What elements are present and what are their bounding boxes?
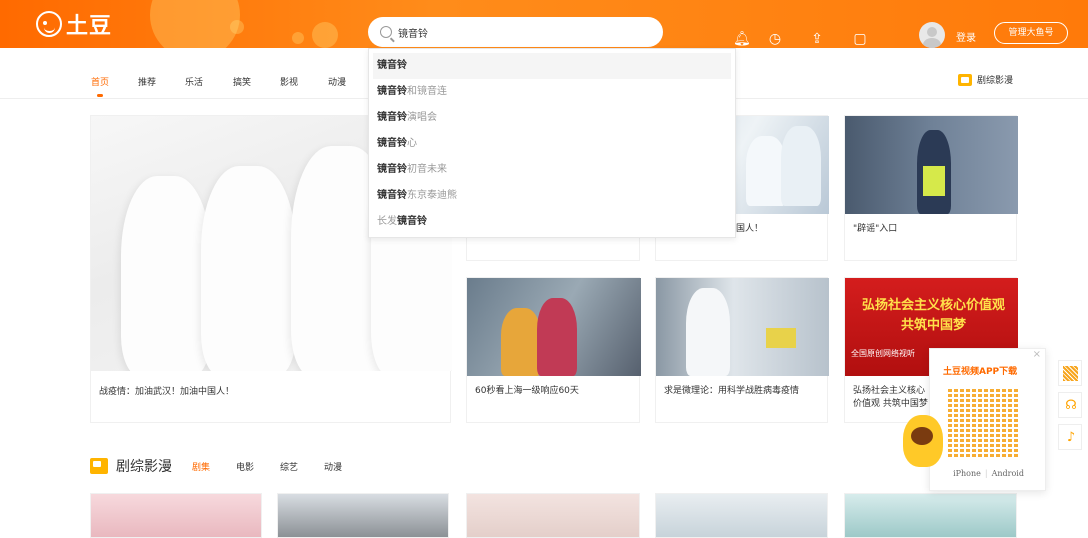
thumbnail-figure <box>537 298 577 376</box>
suggestion-item[interactable]: 镜音铃和镜音连 <box>373 79 731 105</box>
side-qr-button[interactable] <box>1058 360 1082 386</box>
tudou-mascot <box>903 415 943 467</box>
bell-icon: ♪ <box>1066 430 1076 445</box>
video-thumbnail <box>467 278 641 376</box>
tablet-icon[interactable]: ▢ <box>852 31 868 47</box>
suggestion-item[interactable]: 镜音铃初音未来 <box>373 157 731 183</box>
section-header-shows: 剧综影漫 剧集 电影 综艺 动漫 <box>90 455 368 477</box>
section-tab-movies[interactable]: 电影 <box>236 460 254 473</box>
side-notify-button[interactable]: ♪ <box>1058 424 1082 450</box>
video-card[interactable] <box>466 493 640 538</box>
link-separator: | <box>984 469 988 478</box>
nav-shows-link[interactable]: 剧综影漫 <box>958 73 1013 86</box>
video-card[interactable] <box>277 493 449 538</box>
headset-icon: ☊ <box>1065 398 1077 413</box>
video-card[interactable] <box>844 493 1017 538</box>
tv-icon <box>90 458 108 474</box>
suggestion-item[interactable]: 镜音铃 <box>373 53 731 79</box>
section-tab-anime[interactable]: 动漫 <box>324 460 342 473</box>
decor-blob <box>150 0 240 48</box>
search-icon <box>380 26 392 38</box>
logo-text: 土豆 <box>66 14 113 39</box>
video-card[interactable] <box>655 493 828 538</box>
decor-blob <box>312 22 338 48</box>
video-card[interactable] <box>90 493 262 538</box>
hero-caption: 战疫情：加油武汉！加油中国人！ <box>99 387 235 397</box>
bell-icon[interactable]: 🔔︎ <box>733 31 751 47</box>
nav-item-anime[interactable]: 动漫 <box>328 75 346 88</box>
thumbnail-figure <box>121 176 211 371</box>
thumbnail-figure <box>781 126 821 206</box>
video-thumbnail <box>656 278 829 376</box>
video-caption: 求是微理论：用科学战胜病毒疫情 <box>664 386 800 396</box>
suggestion-item[interactable]: 镜音铃东京泰迪熊 <box>373 183 731 209</box>
manage-dayu-button[interactable]: 管理大鱼号 <box>994 22 1068 44</box>
video-card[interactable]: 60秒看上海一级响应60天 <box>466 277 641 423</box>
video-thumbnail <box>845 116 1018 214</box>
nav-item-lifestyle[interactable]: 乐活 <box>185 75 203 88</box>
side-support-button[interactable]: ☊ <box>1058 392 1082 418</box>
side-rail: ☊ ♪ <box>1058 360 1082 456</box>
qr-icon <box>1063 366 1078 381</box>
nav-item-home[interactable]: 首页 <box>91 75 109 97</box>
iphone-link[interactable]: iPhone <box>953 469 981 478</box>
thumbnail-object <box>766 328 796 348</box>
qr-platform-links: iPhone | Android <box>930 469 1047 478</box>
nav-shows-label: 剧综影漫 <box>977 76 1014 86</box>
thumbnail-vest <box>923 166 945 196</box>
decor-blob <box>230 20 244 34</box>
video-caption: "辟谣"入口 <box>853 224 898 234</box>
thumbnail-figure <box>501 308 541 376</box>
search-suggestions: 镜音铃 镜音铃和镜音连 镜音铃演唱会 镜音铃心 镜音铃初音未来 镜音铃东京泰迪熊… <box>368 48 736 238</box>
suggestion-item[interactable]: 镜音铃演唱会 <box>373 105 731 131</box>
nav-item-funny[interactable]: 搞笑 <box>233 75 251 88</box>
close-icon[interactable]: × <box>1033 349 1041 360</box>
thumbnail-figure <box>746 136 786 206</box>
tudou-logo[interactable]: 土豆 <box>36 10 113 39</box>
search-input[interactable] <box>398 26 638 38</box>
login-link[interactable]: 登录 <box>956 29 976 44</box>
qr-code-image <box>948 387 1018 457</box>
video-card[interactable]: "辟谣"入口 <box>844 115 1018 261</box>
app-download-panel: × 土豆视频APP下载 iPhone | Android <box>929 348 1046 491</box>
history-icon[interactable]: ◷ <box>767 31 783 47</box>
video-card[interactable]: 求是微理论：用科学战胜病毒疫情 <box>655 277 829 423</box>
thumbnail-figure <box>201 166 296 371</box>
logo-smile-icon <box>36 11 62 37</box>
qr-panel-title: 土豆视频APP下载 <box>943 367 1018 377</box>
nav-item-film[interactable]: 影视 <box>280 75 298 88</box>
tv-icon <box>958 73 972 86</box>
search-box[interactable] <box>368 17 663 47</box>
top-bar: 土豆 🔔︎ ◷ ⇪ ▢ 登录 管理大鱼号 <box>0 0 1088 48</box>
thumbnail-headline: 共筑中国梦 <box>900 318 966 333</box>
section-tab-variety[interactable]: 综艺 <box>280 460 298 473</box>
thumbnail-figure <box>686 288 730 376</box>
suggestion-item[interactable]: 镜音铃心 <box>373 131 731 157</box>
video-caption: 60秒看上海一级响应60天 <box>475 386 579 396</box>
section-tab-series[interactable]: 剧集 <box>192 460 210 473</box>
avatar[interactable] <box>919 22 945 48</box>
video-caption: 弘扬社会主义核心价值观 共筑中国梦 <box>853 386 928 409</box>
section-title: 剧综影漫 <box>116 459 172 475</box>
upload-icon[interactable]: ⇪ <box>809 31 825 47</box>
suggestion-item[interactable]: 长发镜音铃 <box>373 209 731 235</box>
decor-blob <box>292 32 304 44</box>
thumbnail-headline: 弘扬社会主义核心价值观 <box>861 298 1005 313</box>
nav-item-recommend[interactable]: 推荐 <box>138 75 156 88</box>
android-link[interactable]: Android <box>992 469 1024 478</box>
